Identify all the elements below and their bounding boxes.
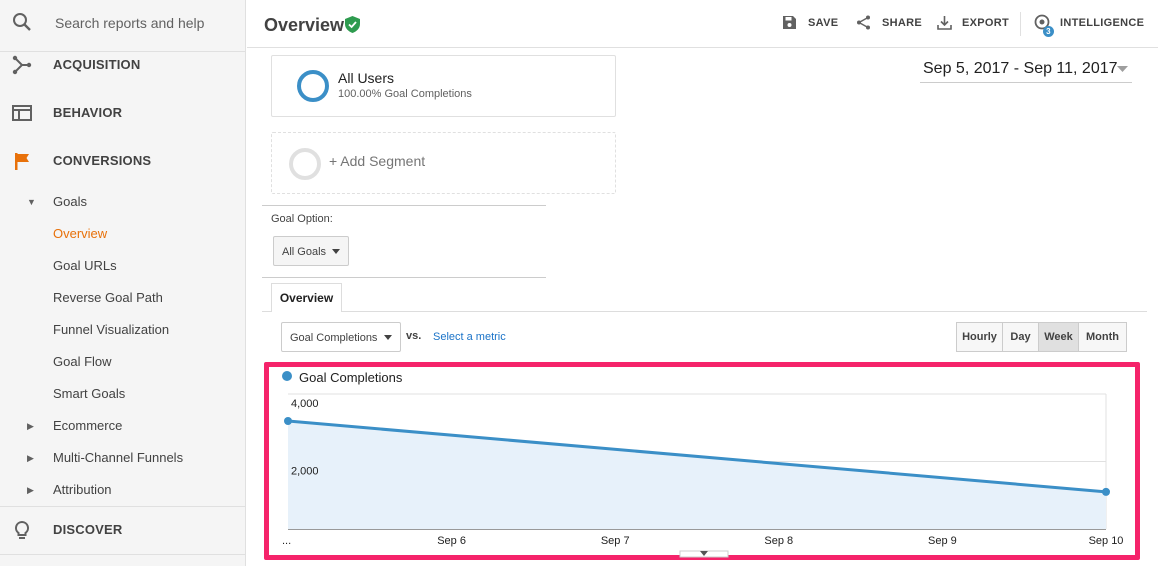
x-tick-label: Sep 10 xyxy=(1089,535,1124,547)
x-tick-label: Sep 6 xyxy=(437,535,466,547)
data-point xyxy=(284,417,292,425)
x-tick-label: Sep 7 xyxy=(601,535,630,547)
x-tick-label: ... xyxy=(282,535,291,547)
data-point xyxy=(1102,487,1110,496)
legend-label: Goal Completions xyxy=(299,370,403,385)
y-tick-label: 4,000 xyxy=(291,398,319,410)
goal-completions-chart: 4,000 2,000 ... Sep 6 Sep 7 Sep 8 Sep 9 Sep 10 xyxy=(282,393,1124,558)
series-area xyxy=(288,421,1106,529)
y-tick-label: 2,000 xyxy=(291,466,319,478)
x-tick-label: Sep 8 xyxy=(764,535,793,547)
x-tick-label: Sep 9 xyxy=(928,535,957,547)
legend-marker xyxy=(282,371,292,381)
